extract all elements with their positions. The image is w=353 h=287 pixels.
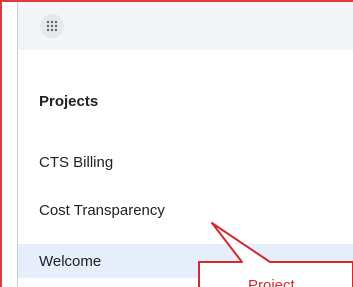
projects-heading: Projects: [39, 93, 99, 110]
project-item-label: CTS Billing: [39, 153, 114, 171]
grid-icon: [46, 20, 58, 32]
highlight-border-top: [0, 0, 353, 2]
project-item-cost-transparency[interactable]: Cost Transparency: [18, 193, 353, 227]
project-item-label: Welcome: [39, 252, 102, 270]
top-bar: [18, 2, 353, 50]
project-item-cts-billing[interactable]: CTS Billing: [18, 145, 353, 179]
project-item-welcome[interactable]: Welcome: [18, 244, 353, 278]
callout-text: Project: [248, 277, 295, 287]
screenshot-frame: Projects CTS Billing Cost Transparency W…: [0, 0, 353, 287]
project-item-label: Cost Transparency: [39, 201, 165, 219]
navigation-panel: Projects CTS Billing Cost Transparency W…: [17, 0, 353, 287]
highlight-border-left: [0, 0, 2, 287]
app-launcher-button[interactable]: [40, 14, 64, 38]
